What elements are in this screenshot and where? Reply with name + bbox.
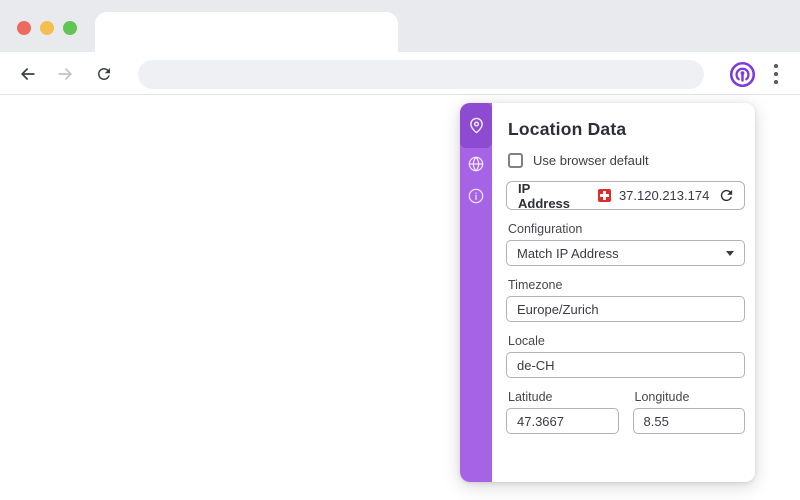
globe-icon [468, 156, 484, 172]
sidebar-tab-location[interactable] [460, 103, 492, 148]
use-browser-default-label: Use browser default [533, 153, 649, 168]
url-bar[interactable] [138, 60, 704, 89]
vytal-extension-button[interactable] [728, 60, 756, 88]
browser-menu-button[interactable] [768, 61, 784, 87]
location-pin-icon [469, 117, 483, 134]
use-browser-default-checkbox[interactable] [508, 153, 523, 168]
ip-address-value: 37.120.213.174 [618, 188, 710, 203]
timezone-label: Timezone [508, 278, 563, 292]
reload-button[interactable] [91, 61, 117, 87]
coordinates-row: Latitude Longitude [506, 378, 745, 434]
panel-content: Location Data Use browser default IP Add… [492, 103, 755, 482]
info-icon [468, 188, 484, 204]
browser-tab[interactable] [95, 12, 398, 52]
back-button[interactable] [15, 61, 41, 87]
minimize-window-button[interactable] [40, 21, 54, 35]
chevron-down-icon [726, 250, 734, 256]
forward-button[interactable] [52, 61, 78, 87]
use-browser-default-row: Use browser default [508, 153, 745, 168]
configuration-label: Configuration [508, 222, 583, 236]
switzerland-flag-icon [597, 189, 611, 202]
forward-arrow-icon [58, 68, 72, 80]
longitude-input[interactable] [632, 408, 745, 434]
vytal-extension-icon [729, 61, 755, 87]
panel-sidebar [460, 103, 492, 482]
back-arrow-icon [21, 68, 35, 80]
close-window-button[interactable] [17, 21, 31, 35]
location-data-panel: Location Data Use browser default IP Add… [460, 103, 755, 482]
ip-refresh-button[interactable] [717, 187, 735, 205]
longitude-label: Longitude [634, 390, 690, 404]
latitude-label: Latitude [508, 390, 553, 404]
page-title: Location Data [508, 119, 627, 139]
ip-address-box: IP Address 37.120.213.174 [506, 180, 745, 211]
maximize-window-button[interactable] [63, 21, 77, 35]
locale-label: Locale [508, 334, 545, 348]
configuration-select[interactable]: Match IP Address [506, 240, 745, 266]
reload-icon [97, 68, 110, 80]
ip-address-label: IP Address [518, 180, 571, 211]
locale-input[interactable] [506, 352, 745, 378]
kebab-menu-icon [774, 64, 778, 68]
latitude-input[interactable] [506, 408, 619, 434]
sidebar-tab-info[interactable] [460, 180, 492, 212]
sidebar-tab-browser[interactable] [460, 148, 492, 180]
configuration-selected-value: Match IP Address [517, 245, 619, 261]
browser-toolbar [0, 52, 800, 95]
timezone-input[interactable] [506, 296, 745, 322]
refresh-icon [720, 189, 732, 202]
browser-tab-strip [0, 0, 800, 52]
